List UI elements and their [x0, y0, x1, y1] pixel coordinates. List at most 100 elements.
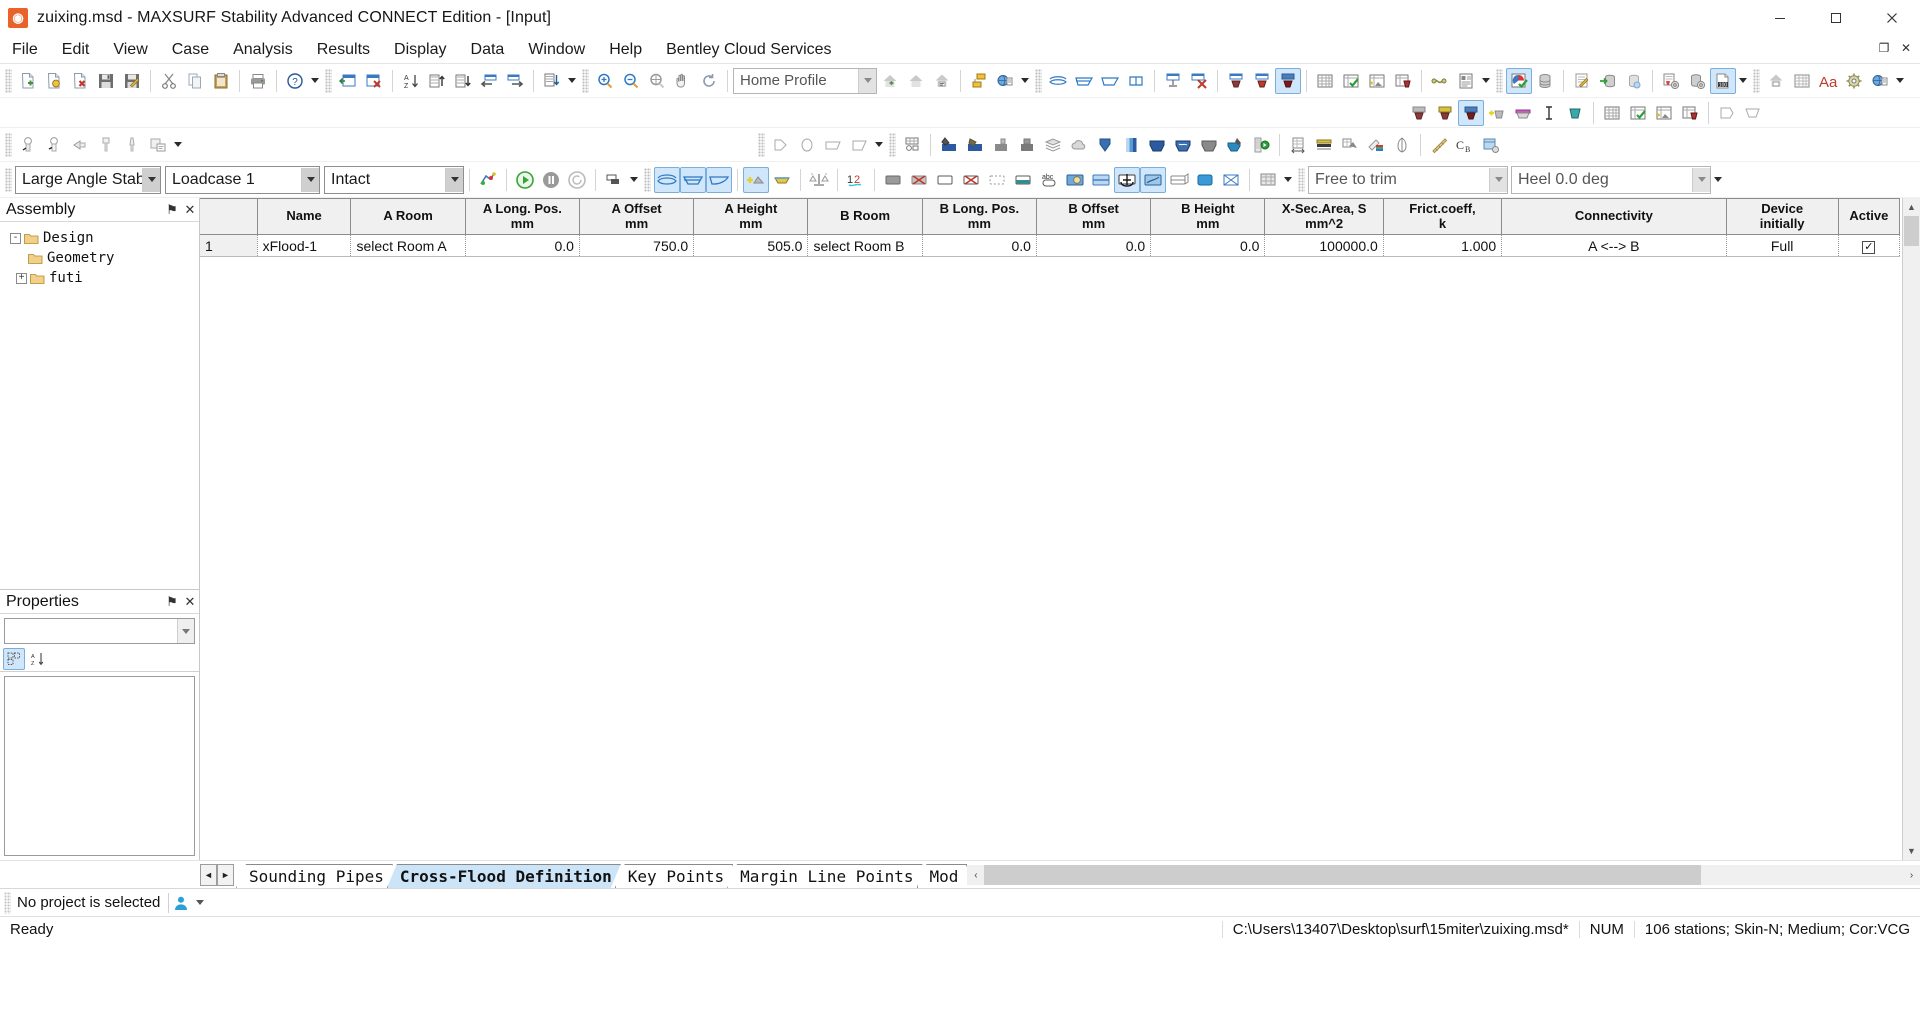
cell-frict-coeff[interactable]: 1.000	[1383, 234, 1503, 257]
tank-teal-icon[interactable]	[1010, 167, 1036, 193]
zoom-out-icon[interactable]	[618, 68, 644, 94]
fill-gray-icon[interactable]	[988, 132, 1014, 158]
grid-icon[interactable]	[1312, 68, 1338, 94]
probe-dropdown-arrow[interactable]	[171, 132, 185, 158]
chevron-down-icon[interactable]	[301, 167, 319, 192]
tree-item-futi[interactable]: + futi	[4, 268, 199, 288]
tab-sounding-pipes[interactable]: Sounding Pipes	[236, 864, 393, 888]
heel-combo[interactable]: Heel 0.0 deg	[1511, 165, 1711, 194]
maximize-button[interactable]	[1808, 0, 1864, 36]
active-checkbox[interactable]: ✓	[1862, 241, 1876, 254]
toolbar-grip[interactable]	[644, 167, 651, 192]
home-add-icon[interactable]	[877, 68, 903, 94]
menu-results[interactable]: Results	[305, 38, 382, 62]
categorized-icon[interactable]	[3, 647, 25, 670]
grid-damage-icon[interactable]	[1390, 68, 1416, 94]
curve-icon[interactable]	[1427, 68, 1453, 94]
tank-shade2-icon[interactable]	[1432, 100, 1458, 126]
table-add-icon[interactable]	[1651, 100, 1677, 126]
assembly-tree-icon[interactable]	[966, 68, 992, 94]
fill-dropdown-arrow[interactable]	[565, 68, 579, 94]
hscroll-track[interactable]	[984, 865, 1903, 885]
tank-gray-icon[interactable]	[880, 167, 906, 193]
edit-db-icon[interactable]	[1569, 68, 1595, 94]
scroll-down-icon[interactable]: ▼	[1903, 842, 1920, 860]
view-plan-icon[interactable]	[1097, 68, 1123, 94]
stack-icon[interactable]	[1040, 132, 1066, 158]
close-icon[interactable]: ✕	[181, 592, 199, 612]
col-header-active[interactable]: Active	[1838, 198, 1901, 235]
alphabetical-sort-icon[interactable]: AZ	[27, 648, 49, 670]
toolbar-grip[interactable]	[325, 68, 332, 93]
view-profile-icon[interactable]	[706, 166, 732, 193]
cell-a-height[interactable]: 505.0	[693, 234, 809, 257]
probe-info-icon[interactable]	[145, 132, 171, 158]
tank-layers-icon[interactable]	[1140, 166, 1166, 193]
copy-icon[interactable]	[182, 68, 208, 94]
globe-dropdown-arrow[interactable]	[1018, 68, 1032, 94]
menu-view[interactable]: View	[101, 38, 159, 62]
tank-3d-icon[interactable]	[1166, 167, 1192, 193]
hscroll-thumb[interactable]	[984, 865, 1701, 885]
menu-edit[interactable]: Edit	[50, 38, 102, 62]
shape-parallelogram-icon[interactable]	[846, 132, 872, 158]
cell-b-long-pos[interactable]: 0.0	[922, 234, 1037, 257]
menu-display[interactable]: Display	[382, 38, 458, 62]
units-icon[interactable]: 100	[1710, 67, 1736, 94]
table-damage-icon[interactable]	[1677, 100, 1703, 126]
colors-icon[interactable]	[1363, 132, 1389, 158]
preferences-icon[interactable]	[1841, 68, 1867, 94]
home-info-icon[interactable]	[929, 68, 955, 94]
zoom-extents-icon[interactable]	[644, 68, 670, 94]
tank-blue-icon[interactable]	[1092, 132, 1118, 158]
analysis-setup-icon[interactable]	[475, 167, 501, 193]
probe3-icon[interactable]	[119, 132, 145, 158]
tab-key-points[interactable]: Key Points	[615, 864, 733, 888]
menu-file[interactable]: File	[0, 38, 50, 62]
view-perspective-icon[interactable]	[1045, 68, 1071, 94]
close-button[interactable]	[1864, 0, 1920, 36]
tab-horizontal-scrollbar[interactable]: ‹ ›	[967, 864, 1920, 886]
view-profile-icon[interactable]	[1071, 68, 1097, 94]
pan-icon[interactable]	[670, 68, 696, 94]
shape-trapezoid-icon[interactable]	[1740, 100, 1766, 126]
chevron-down-icon[interactable]	[445, 167, 463, 192]
shape-wedge-icon[interactable]	[1714, 100, 1740, 126]
tree-item-geometry[interactable]: Geometry	[4, 248, 199, 268]
batch-dropdown-arrow[interactable]	[627, 167, 641, 193]
batch-icon[interactable]	[601, 167, 627, 193]
user-icon[interactable]	[169, 891, 193, 915]
col-header-b-long-pos[interactable]: B Long. Pos. mm	[922, 198, 1037, 235]
scroll-thumb-vertical[interactable]	[1904, 216, 1919, 246]
hull-icon[interactable]	[769, 167, 795, 193]
insert-row-icon[interactable]	[335, 68, 361, 94]
col-header-connectivity[interactable]: Connectivity	[1501, 198, 1727, 235]
toolbar-grip[interactable]	[5, 132, 12, 157]
col-header-rownum[interactable]	[200, 198, 258, 235]
table-row[interactable]: 1 xFlood-1 select Room A 0.0 750.0 505.0…	[200, 234, 1901, 257]
menu-analysis[interactable]: Analysis	[221, 38, 305, 62]
col-header-b-room[interactable]: B Room	[807, 198, 923, 235]
user-dropdown-arrow[interactable]	[193, 890, 207, 916]
rotate-icon[interactable]	[696, 68, 722, 94]
fill-blue-icon[interactable]	[936, 132, 962, 158]
properties-object-combo[interactable]	[4, 618, 195, 644]
cell-device-initially[interactable]: Full	[1726, 234, 1839, 257]
add-shape-icon[interactable]	[743, 166, 769, 193]
col-header-a-height[interactable]: A Height mm	[693, 198, 809, 235]
view-plan-icon[interactable]	[680, 166, 706, 193]
compartment-delete-icon[interactable]	[1186, 68, 1212, 94]
tab-scroll-next-icon[interactable]: ►	[217, 864, 234, 886]
tank-anchor-icon[interactable]	[1114, 166, 1140, 193]
toolbar-grip[interactable]	[1753, 68, 1760, 93]
home-icon[interactable]	[903, 68, 929, 94]
tank-split-icon[interactable]	[1088, 167, 1114, 193]
open-document-icon[interactable]	[41, 68, 67, 94]
tree-item-design[interactable]: - Design	[4, 228, 199, 248]
print-icon[interactable]	[245, 68, 271, 94]
trim-mode-combo[interactable]: Free to trim	[1308, 165, 1508, 194]
results-chart-icon[interactable]	[1506, 67, 1532, 94]
basin-icon[interactable]	[1144, 132, 1170, 158]
shape-trapezoid-icon[interactable]	[820, 132, 846, 158]
toolbar-grip[interactable]	[889, 132, 896, 157]
